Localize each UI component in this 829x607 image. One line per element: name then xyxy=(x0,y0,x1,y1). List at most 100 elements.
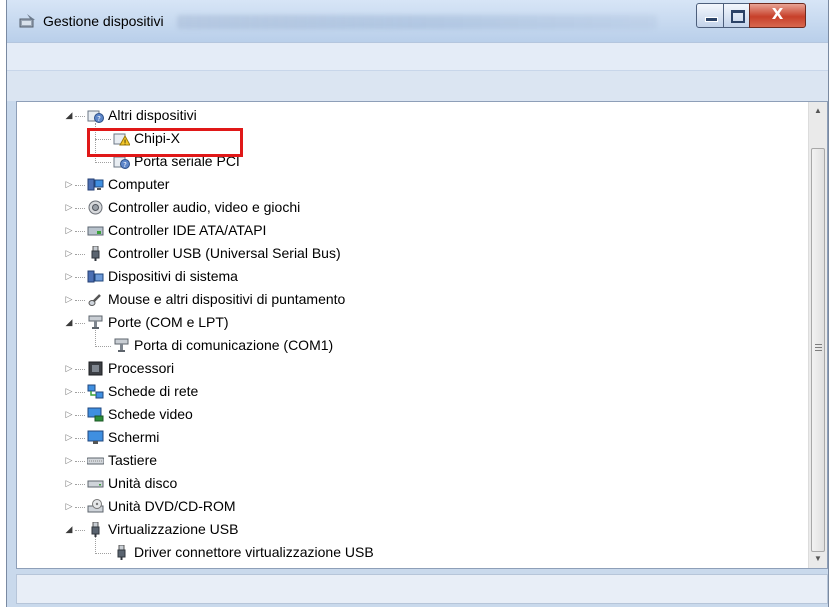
tree-item-label: Schede video xyxy=(108,406,193,422)
expand-arrow-icon[interactable]: ▷ xyxy=(64,404,74,425)
window-title: Gestione dispositivi xyxy=(43,13,164,29)
tree-item-label: Dispositivi di sistema xyxy=(108,268,238,284)
menu-bar xyxy=(7,42,828,70)
tree-connector-line xyxy=(75,507,85,509)
tree-category-item[interactable]: ▷ Tastiere xyxy=(17,450,807,471)
tree-item-label: Mouse e altri dispositivi di puntamento xyxy=(108,291,346,307)
svg-text:?: ? xyxy=(97,115,101,123)
collapse-arrow-icon[interactable]: ◢ xyxy=(64,519,74,540)
expand-arrow-icon[interactable]: ▷ xyxy=(64,450,74,471)
collapse-arrow-icon[interactable]: ◢ xyxy=(64,312,74,333)
tree-connector-line xyxy=(75,392,85,394)
tree-category-item[interactable]: ◢ Porte (COM e LPT) xyxy=(17,312,807,333)
tree-item-label: Computer xyxy=(108,176,170,192)
tree-category-item[interactable]: ▷ Controller audio, video e giochi xyxy=(17,197,807,218)
tree-category-item[interactable]: ▷ Mouse e altri dispositivi di puntamento xyxy=(17,289,807,310)
tree-connector-line xyxy=(95,162,111,164)
tree-device-item[interactable]: Driver connettore virtualizzazione USB xyxy=(17,542,807,563)
expand-arrow-icon[interactable]: ▷ xyxy=(64,220,74,241)
expand-arrow-icon[interactable]: ▷ xyxy=(64,427,74,448)
close-icon: X xyxy=(771,5,784,23)
expand-arrow-icon[interactable]: ▷ xyxy=(64,381,74,402)
tree-connector-line xyxy=(75,484,85,486)
close-button[interactable]: X xyxy=(749,3,806,28)
tree-item-label: Schermi xyxy=(108,429,160,445)
tree-category-item[interactable]: ▷ Schermi xyxy=(17,427,807,448)
tree-category-item[interactable]: ▷ Schede video xyxy=(17,404,807,425)
device-tree-panel: ◢? Altri dispositivi! Chipi-X? Porta serial… xyxy=(16,101,828,569)
tree-category-item[interactable]: ▷ Dispositivi di sistema xyxy=(17,266,807,287)
expand-arrow-icon[interactable]: ▷ xyxy=(64,197,74,218)
title-bar[interactable]: Gestione dispositivi X xyxy=(7,0,828,42)
minimize-button[interactable] xyxy=(696,3,724,28)
scroll-up-arrow-icon[interactable]: ▲ xyxy=(809,102,827,120)
system-device-icon xyxy=(87,269,104,284)
tree-item-label: Altri dispositivi xyxy=(108,107,197,123)
usb-plug-icon xyxy=(87,245,104,261)
network-adapter-icon xyxy=(87,384,104,399)
svg-text:?: ? xyxy=(123,161,127,169)
tree-category-item[interactable]: ▷ Schede di rete xyxy=(17,381,807,402)
expand-arrow-icon[interactable]: ▷ xyxy=(64,266,74,287)
tree-connector-line xyxy=(95,537,97,554)
disk-drive-icon xyxy=(87,476,104,491)
port-icon xyxy=(87,315,104,330)
maximize-icon xyxy=(731,10,745,23)
tree-connector-line xyxy=(75,323,85,325)
processor-icon xyxy=(87,361,104,376)
expand-arrow-icon[interactable]: ▷ xyxy=(64,243,74,264)
maximize-button[interactable] xyxy=(723,3,750,28)
expand-arrow-icon[interactable]: ▷ xyxy=(64,358,74,379)
tree-category-item[interactable]: ▷ Controller IDE ATA/ATAPI xyxy=(17,220,807,241)
expand-arrow-icon[interactable]: ▷ xyxy=(64,174,74,195)
tree-connector-line xyxy=(75,461,85,463)
minimize-icon xyxy=(705,17,718,22)
tree-connector-line xyxy=(95,330,97,347)
scroll-down-arrow-icon[interactable]: ▼ xyxy=(809,550,827,568)
vertical-scrollbar[interactable]: ▲ ▼ xyxy=(808,102,827,568)
tree-connector-line xyxy=(75,277,85,279)
scroll-grip-icon xyxy=(815,344,822,351)
tree-item-label: Porte (COM e LPT) xyxy=(108,314,229,330)
tree-item-label: Unità DVD/CD-ROM xyxy=(108,498,236,514)
tree-connector-line xyxy=(75,116,85,118)
tree-item-label: Controller audio, video e giochi xyxy=(108,199,301,215)
tree-category-item[interactable]: ▷ Controller USB (Universal Serial Bus) xyxy=(17,243,807,264)
tree-item-label: Controller USB (Universal Serial Bus) xyxy=(108,245,341,261)
tree-connector-line xyxy=(75,185,85,187)
tree-category-item[interactable]: ▷ Unità DVD/CD-ROM xyxy=(17,496,807,517)
tree-item-label: Unità disco xyxy=(108,475,178,491)
usb-plug-icon xyxy=(113,544,130,560)
tree-item-label: Driver connettore virtualizzazione USB xyxy=(134,544,374,560)
device-tree[interactable]: ◢? Altri dispositivi! Chipi-X? Porta serial… xyxy=(17,102,809,568)
tree-connector-line xyxy=(75,254,85,256)
monitor-icon xyxy=(87,430,104,445)
scrollbar-thumb[interactable] xyxy=(811,148,825,552)
tree-category-item[interactable]: ▷ Computer xyxy=(17,174,807,195)
usb-plug-icon xyxy=(87,521,104,537)
expand-arrow-icon[interactable]: ▷ xyxy=(64,496,74,517)
toolbar xyxy=(7,70,828,101)
tree-category-item[interactable]: ◢ Virtualizzazione USB xyxy=(17,519,807,540)
tree-category-item[interactable]: ▷ Processori xyxy=(17,358,807,379)
tree-connector-line xyxy=(95,346,111,348)
collapse-arrow-icon[interactable]: ◢ xyxy=(64,105,74,126)
tree-item-label: Porta di comunicazione (COM1) xyxy=(134,337,334,353)
tree-connector-line xyxy=(75,369,85,371)
ide-controller-icon xyxy=(87,223,104,238)
tree-item-label: Processori xyxy=(108,360,175,376)
expand-arrow-icon[interactable]: ▷ xyxy=(64,473,74,494)
tree-connector-line xyxy=(75,438,85,440)
speaker-icon xyxy=(87,200,104,215)
dvd-drive-icon xyxy=(87,499,104,514)
tree-category-item[interactable]: ▷ Unità disco xyxy=(17,473,807,494)
tree-category-item[interactable]: ◢? Altri dispositivi xyxy=(17,105,807,126)
highlight-box xyxy=(87,128,243,157)
keyboard-icon xyxy=(86,453,105,468)
computer-icon xyxy=(87,177,104,192)
tree-item-label: Controller IDE ATA/ATAPI xyxy=(108,222,267,238)
expand-arrow-icon[interactable]: ▷ xyxy=(64,289,74,310)
unknown-device-icon: ? xyxy=(87,108,104,123)
tree-device-item[interactable]: Porta di comunicazione (COM1) xyxy=(17,335,807,356)
tree-connector-line xyxy=(95,553,111,555)
